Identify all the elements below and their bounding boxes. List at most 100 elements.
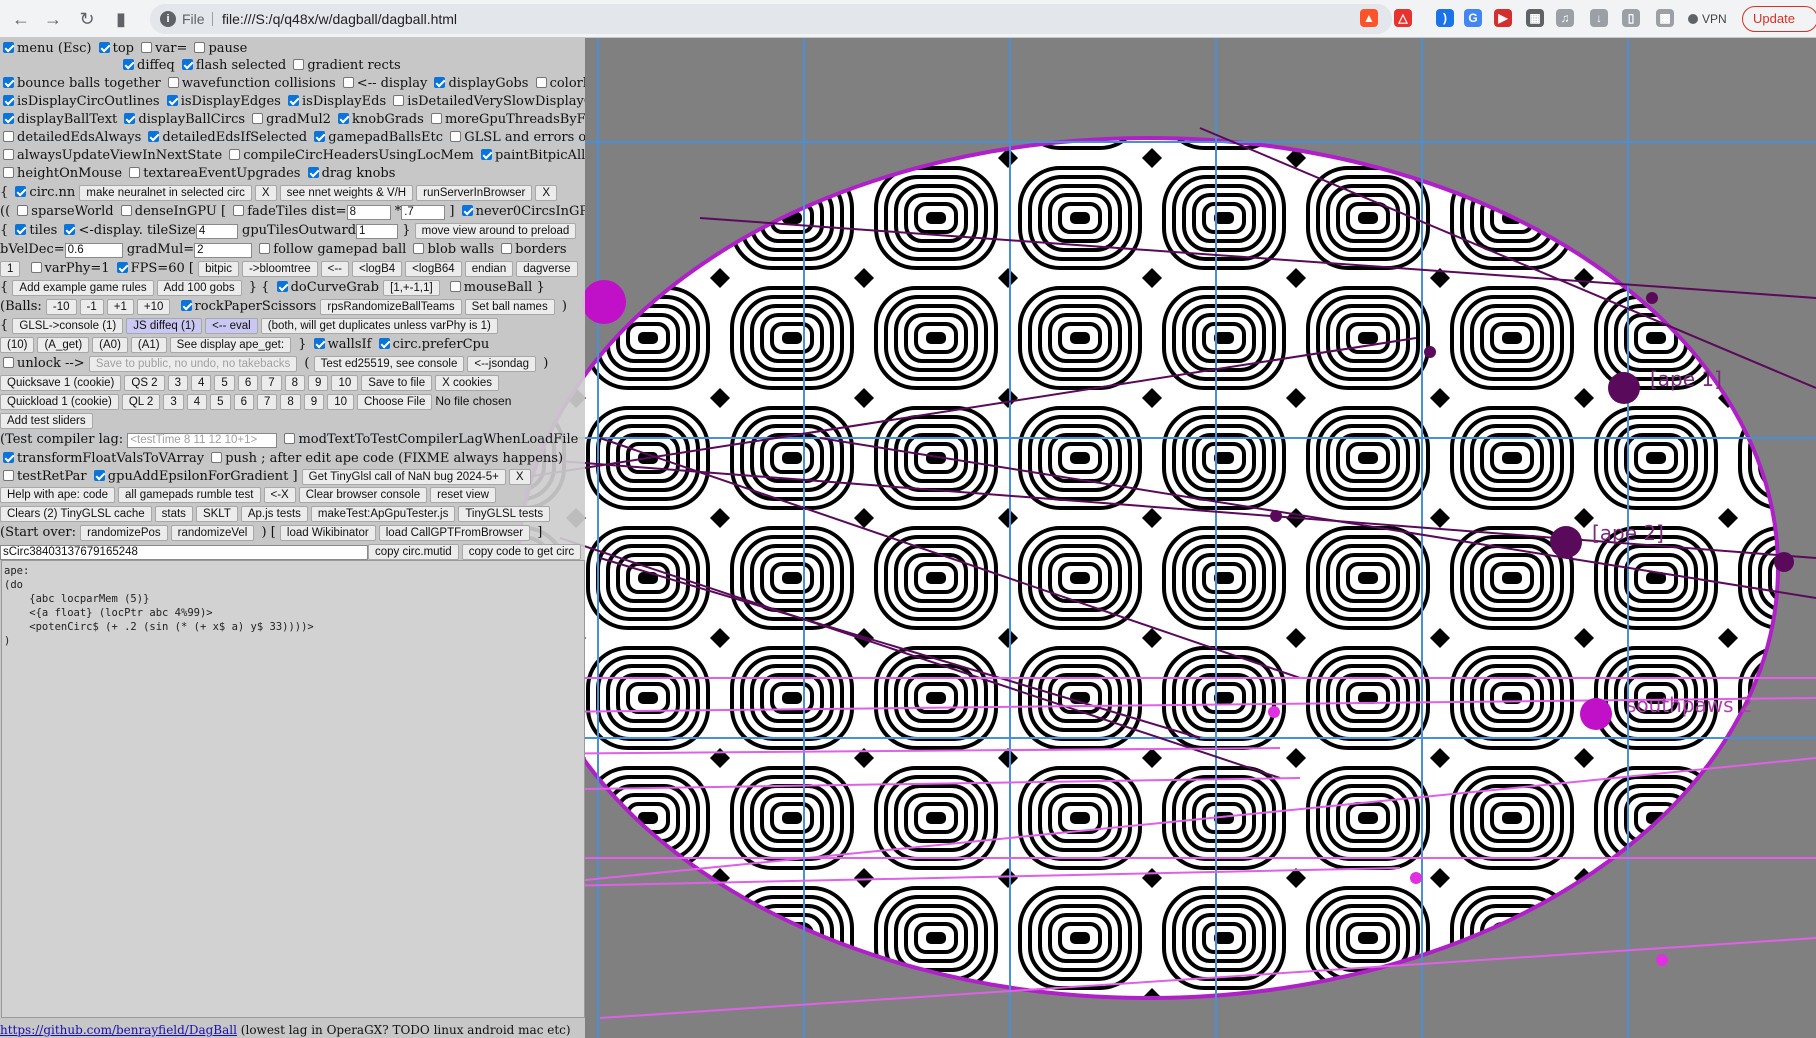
minus1-button[interactable]: -1 <box>79 299 104 315</box>
display-checkbox[interactable] <box>342 77 354 88</box>
save-file-button[interactable]: Save to file <box>361 375 433 391</box>
see-weights-button[interactable]: see nnet weights & V/H <box>279 185 414 201</box>
clear-console-button[interactable]: Clear browser console <box>298 487 428 503</box>
ball[interactable] <box>1550 526 1582 558</box>
bloomtree-button[interactable]: ->bloomtree <box>241 261 318 277</box>
logb4-button[interactable]: <logB4 <box>352 261 403 277</box>
gobs-checkbox[interactable] <box>434 77 446 88</box>
a0-button[interactable]: (A0) <box>92 337 128 353</box>
url-text[interactable]: file:///S:/q/q48x/w/dagball/dagball.html <box>222 4 457 34</box>
circnn-checkbox[interactable] <box>15 186 27 197</box>
glsl-console-button[interactable]: GLSL->console (1) <box>12 318 124 334</box>
bookmark-icon[interactable]: ▮ <box>108 6 134 32</box>
quickload-7-button[interactable]: 7 <box>256 394 278 410</box>
paint-checkbox[interactable] <box>481 149 493 160</box>
textarea-checkbox[interactable] <box>129 167 141 178</box>
walls-checkbox[interactable] <box>313 338 325 349</box>
run-server-button[interactable]: runServerInBrowser <box>416 185 533 201</box>
follow-checkbox[interactable] <box>259 243 271 254</box>
detailedalways-checkbox[interactable] <box>3 131 14 142</box>
ball[interactable] <box>1580 698 1612 730</box>
quickload-10-button[interactable]: 10 <box>327 394 354 410</box>
load-gpt-button[interactable]: load CallGPTFromBrowser <box>378 525 531 541</box>
quickload-6-button[interactable]: 6 <box>233 394 254 410</box>
borders-checkbox[interactable] <box>501 243 513 254</box>
rps-checkbox[interactable] <box>180 300 192 311</box>
diffeq-checkbox[interactable] <box>123 59 134 70</box>
flash-checkbox[interactable] <box>181 59 193 70</box>
randomize-vel-button[interactable]: randomizeVel <box>170 525 255 541</box>
glsl-checkbox[interactable] <box>450 131 462 142</box>
ball[interactable] <box>1270 510 1282 522</box>
add-rules-button[interactable]: Add example game rules <box>12 280 154 296</box>
height-checkbox[interactable] <box>3 167 14 178</box>
quicksave-button[interactable]: Quicksave 1 (cookie) <box>0 375 122 391</box>
x-cookies-button[interactable]: X cookies <box>435 375 499 391</box>
fade-factor-input[interactable]: .7 <box>401 205 446 220</box>
balltext-checkbox[interactable] <box>3 113 14 124</box>
reload-icon[interactable]: ↻ <box>74 6 100 32</box>
never-checkbox[interactable] <box>461 205 473 216</box>
both-button[interactable]: (both, will get duplicates unless varPhy… <box>260 318 498 334</box>
fade-dist-input[interactable]: 8 <box>346 205 391 220</box>
copy-code-button[interactable]: copy code to get circ <box>461 544 582 560</box>
nan-bug-button[interactable]: Get TinyGlsl call of NaN bug 2024-5+ <box>301 469 506 485</box>
quickload-4-button[interactable]: 4 <box>186 394 208 410</box>
translate-icon[interactable]: G <box>1464 9 1482 27</box>
transform-checkbox[interactable] <box>3 452 14 463</box>
ret-checkbox[interactable] <box>3 470 14 481</box>
quicksave-9-button[interactable]: 9 <box>308 375 329 391</box>
rumble-button[interactable]: all gamepads rumble test <box>118 487 261 503</box>
edges-checkbox[interactable] <box>166 95 178 106</box>
update-button[interactable]: Update <box>1742 6 1816 32</box>
ballcircs-checkbox[interactable] <box>124 113 136 124</box>
ball[interactable] <box>1608 372 1640 404</box>
clear-cache-button[interactable]: Clears (2) TinyGLSL cache <box>0 506 152 522</box>
copy-mutid-button[interactable]: copy circ.mutid <box>368 544 459 560</box>
ball[interactable] <box>582 280 626 324</box>
quicksave-8-button[interactable]: 8 <box>284 375 306 391</box>
address-bar[interactable]: i File file:///S:/q/q48x/w/dagball/dagba… <box>150 4 1392 34</box>
mouse-checkbox[interactable] <box>449 281 461 292</box>
ball[interactable] <box>1410 872 1422 884</box>
eps-checkbox[interactable] <box>93 470 105 481</box>
close-button[interactable]: X <box>535 185 558 201</box>
ten-button[interactable]: (10) <box>0 337 35 353</box>
ball[interactable] <box>1424 346 1436 358</box>
detailed-checkbox[interactable] <box>393 95 405 106</box>
ball[interactable] <box>1646 292 1658 304</box>
push-checkbox[interactable] <box>211 452 223 463</box>
gradmul2-checkbox[interactable] <box>252 113 264 124</box>
sparse-checkbox[interactable] <box>17 205 29 216</box>
bvel-input[interactable]: 0.6 <box>64 243 123 258</box>
see-display-button[interactable]: See display ape_get: <box>169 337 292 353</box>
close-button[interactable]: X <box>254 185 277 201</box>
quickload-9-button[interactable]: 9 <box>303 394 325 410</box>
quicksave-10-button[interactable]: 10 <box>331 375 359 391</box>
a1-button[interactable]: (A1) <box>130 337 167 353</box>
dense-checkbox[interactable] <box>120 205 132 216</box>
plus10-button[interactable]: +10 <box>136 299 171 315</box>
endian-button[interactable]: endian <box>464 261 514 277</box>
gradmul-input[interactable]: 2 <box>194 243 253 258</box>
unlock-checkbox[interactable] <box>3 357 14 368</box>
ape-code-editor[interactable]: ape: (do {abc locparMem (5)} <{a float} … <box>1 560 585 1018</box>
colorbackg-checkbox[interactable] <box>535 77 547 88</box>
github-link[interactable]: https://github.com/benrayfield/DagBall <box>0 1023 237 1037</box>
load-wikibinator-button[interactable]: load Wikibinator <box>279 525 376 541</box>
circ-checkbox[interactable] <box>3 95 14 106</box>
bitpic-button[interactable]: bitpic <box>198 261 239 277</box>
logb64-button[interactable]: <logB64 <box>405 261 462 277</box>
bitpic-circle[interactable] <box>518 138 1778 998</box>
curve-checkbox[interactable] <box>276 281 288 292</box>
range-button[interactable]: [1,+-1,1] <box>383 280 440 296</box>
detailedsel-checkbox[interactable] <box>148 131 160 142</box>
quicksave-2-button[interactable]: QS 2 <box>124 375 165 391</box>
quicksave-6-button[interactable]: 6 <box>237 375 259 391</box>
stats-button[interactable]: stats <box>154 506 193 522</box>
add-sliders-button[interactable]: Add test sliders <box>0 413 93 429</box>
minus10-button[interactable]: -10 <box>45 299 77 315</box>
info-icon[interactable]: i <box>160 11 176 27</box>
fade-checkbox[interactable] <box>233 205 245 216</box>
video-icon[interactable]: ▶ <box>1494 9 1512 27</box>
